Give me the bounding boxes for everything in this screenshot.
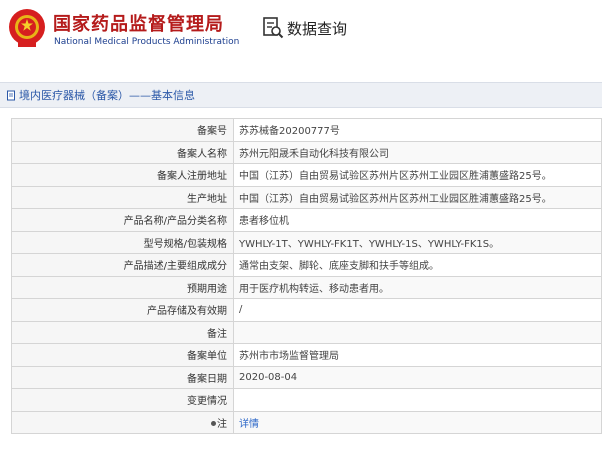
row-label: 预期用途 [11, 275, 234, 299]
national-emblem-icon [9, 9, 45, 47]
table-row: 产品描述/主要组成成分 通常由支架、脚轮、底座支脚和扶手等组成。 [11, 253, 602, 277]
org-name-en: National Medical Products Administration [54, 37, 240, 47]
query-title-text: 数据查询 [287, 19, 348, 38]
table-row: 注 详情 [11, 410, 602, 434]
row-value: 苏苏械备20200777号 [233, 118, 602, 142]
org-name-cn: 国家药品监督管理局 [53, 14, 224, 35]
site-header: 国家药品监督管理局 National Medical Products Admi… [0, 0, 602, 62]
row-value [233, 388, 602, 412]
table-row: 备注 [11, 320, 602, 344]
note-label-cell: 注 [11, 410, 234, 434]
table-row: 生产地址 中国（江苏）自由贸易试验区苏州片区苏州工业园区胜浦蕙盛路25号。 [11, 185, 602, 209]
row-label: 备案单位 [11, 343, 234, 367]
row-value: 患者移位机 [233, 208, 602, 232]
row-label: 产品描述/主要组成成分 [11, 253, 234, 277]
bullet-dot-icon [211, 421, 216, 427]
table-row: 备案单位 苏州市市场监督管理局 [11, 343, 602, 367]
row-value: 详情 [233, 410, 602, 434]
table-row: 备案日期 2020-08-04 [11, 365, 602, 389]
row-label: 备案日期 [11, 365, 234, 389]
table-row: 产品存储及有效期 / [11, 298, 602, 322]
row-label: 型号规格/包装规格 [11, 230, 234, 254]
data-query-title: 数据查询 [262, 15, 347, 41]
row-value: 苏州元阳晟禾自动化科技有限公司 [233, 140, 602, 164]
record-info-table: 备案号 苏苏械备20200777号 备案人名称 苏州元阳晟禾自动化科技有限公司 … [11, 118, 602, 434]
row-value: YWHLY-1T、YWHLY-FK1T、YWHLY-1S、YWHLY-FK1S。 [233, 230, 602, 254]
table-row: 型号规格/包装规格 YWHLY-1T、YWHLY-FK1T、YWHLY-1S、Y… [11, 230, 602, 254]
table-row: 产品名称/产品分类名称 患者移位机 [11, 208, 602, 232]
table-row: 备案人注册地址 中国（江苏）自由贸易试验区苏州片区苏州工业园区胜浦蕙盛路25号。 [11, 163, 602, 187]
document-icon [7, 90, 15, 100]
row-value: 通常由支架、脚轮、底座支脚和扶手等组成。 [233, 253, 602, 277]
row-value: 用于医疗机构转运、移动患者用。 [233, 275, 602, 299]
row-label: 备注 [11, 320, 234, 344]
row-value: 2020-08-04 [233, 365, 602, 389]
row-label: 变更情况 [11, 388, 234, 412]
table-row: 预期用途 用于医疗机构转运、移动患者用。 [11, 275, 602, 299]
table-row: 备案号 苏苏械备20200777号 [11, 118, 602, 142]
table-row: 变更情况 [11, 388, 602, 412]
row-value: 苏州市市场监督管理局 [233, 343, 602, 367]
breadcrumb: 境内医疗器械（备案）——基本信息 [0, 82, 602, 108]
row-value: / [233, 298, 602, 322]
row-label: 备案号 [11, 118, 234, 142]
row-label: 产品存储及有效期 [11, 298, 234, 322]
table-row: 备案人名称 苏州元阳晟禾自动化科技有限公司 [11, 140, 602, 164]
row-value [233, 320, 602, 344]
row-label: 备案人注册地址 [11, 163, 234, 187]
row-label: 备案人名称 [11, 140, 234, 164]
row-label: 注 [217, 418, 227, 430]
document-search-icon [263, 17, 284, 39]
row-label: 生产地址 [11, 185, 234, 209]
row-label: 产品名称/产品分类名称 [11, 208, 234, 232]
row-value: 中国（江苏）自由贸易试验区苏州片区苏州工业园区胜浦蕙盛路25号。 [233, 185, 602, 209]
details-link[interactable]: 详情 [239, 419, 259, 430]
row-value: 中国（江苏）自由贸易试验区苏州片区苏州工业园区胜浦蕙盛路25号。 [233, 163, 602, 187]
breadcrumb-text: 境内医疗器械（备案）——基本信息 [19, 89, 195, 102]
